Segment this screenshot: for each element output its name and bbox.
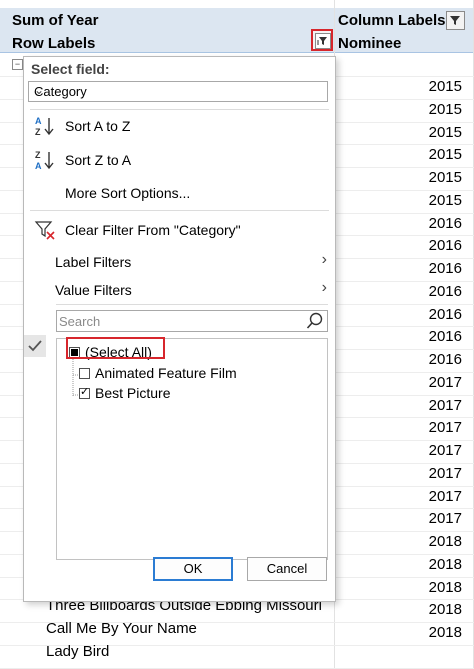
- sort-z-to-a-label: Sort Z to A: [65, 152, 132, 168]
- year-cell: 2016: [428, 260, 462, 277]
- menu-separator: [30, 210, 329, 211]
- header-divider: [0, 52, 474, 53]
- svg-text:Z: Z: [35, 150, 41, 160]
- year-cell: 2015: [428, 123, 462, 141]
- value-filters-label: Value Filters: [55, 282, 132, 298]
- filter-value-list: (Select All) Animated Feature Film Best …: [56, 338, 328, 560]
- chevron-right-icon: ›: [321, 251, 327, 268]
- nominee-header: Nominee: [338, 35, 402, 52]
- chevron-down-icon: ⌄: [34, 83, 45, 97]
- column-labels-header: Column Labels: [338, 12, 446, 29]
- menu-separator: [56, 304, 328, 305]
- chevron-right-icon: ›: [321, 279, 327, 296]
- year-cell: 2016: [428, 237, 462, 255]
- year-cell: 2017: [428, 419, 462, 437]
- year-cell: 2017: [428, 396, 462, 414]
- filter-icon: [450, 16, 460, 25]
- row-title: Call Me By Your Name: [46, 620, 197, 637]
- more-sort-options-label: More Sort Options...: [65, 185, 191, 201]
- year-cell: 2017: [428, 373, 462, 391]
- svg-text:Z: Z: [35, 127, 41, 137]
- year-cell: 2017: [428, 510, 462, 528]
- label-filters-label: Label Filters: [55, 254, 132, 270]
- search-icon: [306, 312, 323, 329]
- year-cell: 2018: [428, 624, 462, 641]
- year-cell: 2017: [428, 442, 462, 459]
- year-cell: 2016: [428, 282, 462, 300]
- year-cell: 2015: [428, 100, 462, 118]
- checkmark-icon: [24, 335, 46, 357]
- column-filter-button[interactable]: [446, 11, 465, 30]
- year-cell: 2018: [428, 601, 462, 619]
- select-field-label: Select field:: [31, 61, 110, 77]
- year-cell: 2016: [428, 328, 462, 346]
- clear-filter-item[interactable]: Clear Filter From "Category": [24, 217, 335, 243]
- year-cell: 2016: [428, 351, 462, 368]
- year-cell: 2016: [428, 214, 462, 232]
- ok-button[interactable]: OK: [153, 557, 233, 581]
- sum-of-year-label: Sum of Year: [12, 12, 99, 29]
- clear-filter-label: Clear Filter From "Category": [65, 222, 241, 238]
- cancel-button[interactable]: Cancel: [247, 557, 327, 581]
- filter-value-checkbox[interactable]: [79, 385, 90, 399]
- filter-dropdown-panel: Select field: Category ⌄ A Z Sort A to Z…: [23, 56, 336, 602]
- svg-text:A: A: [35, 116, 42, 126]
- clear-filter-icon: [34, 221, 55, 240]
- select-all-highlight: [66, 337, 165, 359]
- row-labels-filter-button[interactable]: [311, 29, 333, 51]
- year-cell: 2017: [428, 464, 462, 482]
- sort-a-to-z-label: Sort A to Z: [65, 118, 131, 134]
- year-cell: 2018: [428, 578, 462, 596]
- select-field-dropdown[interactable]: Category ⌄: [28, 81, 328, 102]
- filter-value-checkbox[interactable]: [79, 368, 90, 379]
- sort-az-icon: A Z: [35, 116, 54, 137]
- sort-za-icon: Z A: [35, 150, 54, 171]
- search-placeholder: Search: [59, 314, 101, 329]
- svg-text:A: A: [35, 161, 42, 171]
- filter-icon: [317, 37, 327, 45]
- year-cell: 2016: [428, 305, 462, 323]
- year-cell: 2015: [428, 169, 462, 186]
- year-cell: 2015: [428, 146, 462, 164]
- year-cell: 2015: [428, 78, 462, 95]
- collapse-icon[interactable]: −: [12, 59, 23, 70]
- year-cell: 2015: [428, 191, 462, 209]
- row-gridline: [0, 667, 474, 669]
- year-cell: 2017: [428, 487, 462, 505]
- menu-separator: [30, 109, 329, 110]
- year-cell: 2018: [428, 533, 462, 550]
- filter-value-label: Animated Feature Film: [95, 365, 237, 381]
- row-title: Lady Bird: [46, 643, 110, 660]
- filter-button-face: [315, 33, 331, 49]
- filter-value-label: Best Picture: [95, 385, 171, 401]
- year-cell: 2018: [428, 555, 462, 573]
- value-filters-item[interactable]: Value Filters ›: [24, 277, 335, 303]
- filter-search-box[interactable]: Search: [56, 310, 328, 332]
- more-sort-options-item[interactable]: More Sort Options...: [24, 180, 335, 206]
- sort-a-to-z-item[interactable]: A Z Sort A to Z: [24, 113, 335, 139]
- row-labels-header: Row Labels: [12, 35, 96, 52]
- sort-z-to-a-item[interactable]: Z A Sort Z to A: [24, 147, 335, 173]
- label-filters-item[interactable]: Label Filters ›: [24, 249, 335, 275]
